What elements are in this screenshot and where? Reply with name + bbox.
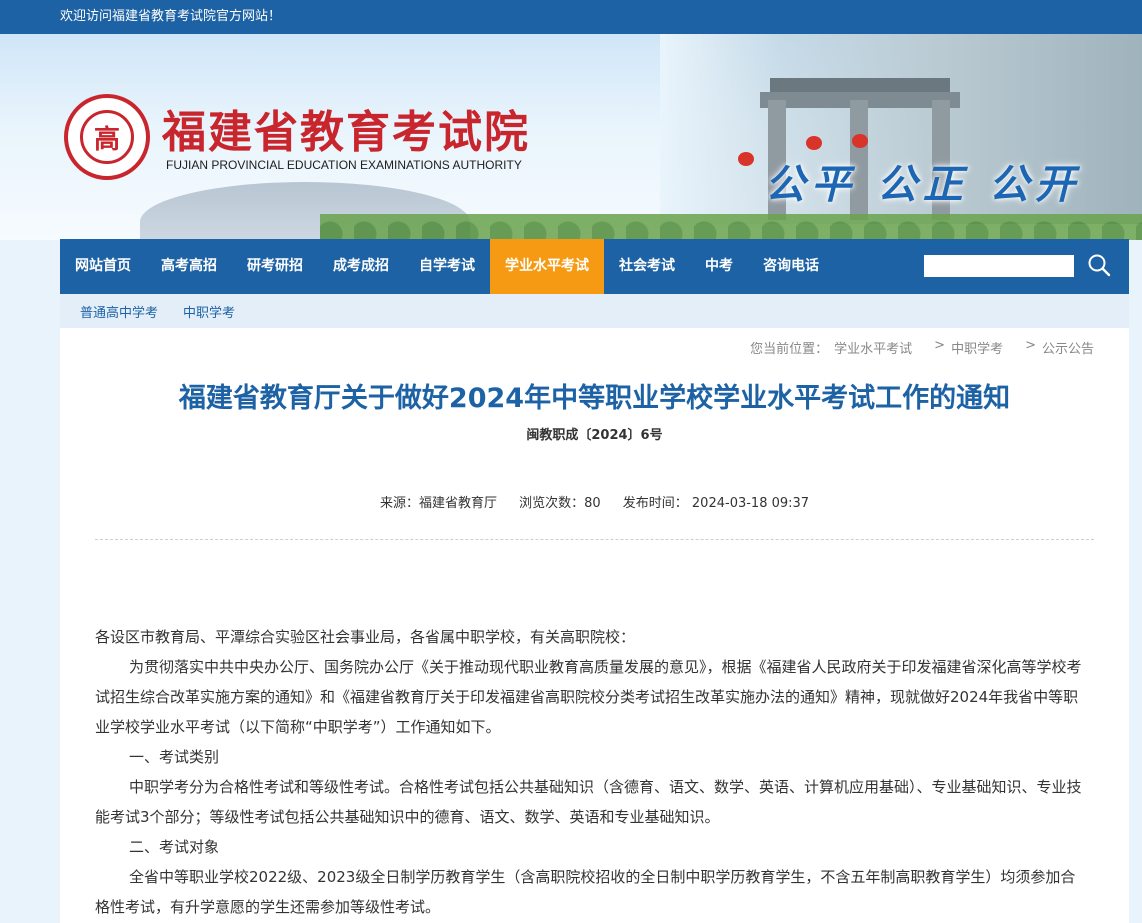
nav-adult-exam[interactable]: 成考成招 <box>318 239 404 294</box>
main-nav: 网站首页 高考高招 研考研招 成考成招 自学考试 学业水平考试 社会考试 中考 … <box>60 239 1129 294</box>
breadcrumb-item[interactable]: 学业水平考试 <box>834 338 912 357</box>
article-views: 浏览次数：80 <box>519 496 601 511</box>
breadcrumb: 您当前位置： 学业水平考试 > 中职学考 > 公示公告 <box>750 338 1094 357</box>
paragraph: 全省中等职业学校2022级、2023级全日制学历教育学生（含高职院校招收的全日制… <box>95 868 1076 916</box>
header-banner: 高 福建省教育考试院 FUJIAN PROVINCIAL EDUCATION E… <box>0 34 1142 240</box>
section-heading: 二、考试对象 <box>129 838 220 856</box>
welcome-text: 欢迎访问福建省教育考试院官方网站！ <box>60 9 282 24</box>
article-source: 来源：福建省教育厅 <box>379 496 497 511</box>
article-publish-time: 发布时间： 2024-03-18 09:37 <box>622 496 810 511</box>
search-input[interactable] <box>924 255 1074 277</box>
nav-self-study-exam[interactable]: 自学考试 <box>404 239 490 294</box>
nav-hotline[interactable]: 咨询电话 <box>748 239 834 294</box>
subnav-vocational[interactable]: 中职学考 <box>183 302 235 321</box>
breadcrumb-item[interactable]: 公示公告 <box>1042 338 1094 357</box>
breadcrumb-item[interactable]: 中职学考 <box>951 338 1003 357</box>
treeline-graphic <box>320 214 1142 240</box>
sub-nav: 普通高中学考 中职学考 <box>60 294 1129 328</box>
breadcrumb-label: 您当前位置： <box>750 342 829 357</box>
subnav-general-high-school[interactable]: 普通高中学考 <box>80 302 158 321</box>
article-title: 福建省教育厅关于做好2024年中等职业学校学业水平考试工作的通知 <box>178 383 1011 414</box>
breadcrumb-separator: > <box>934 338 946 353</box>
article-body: 各设区市教育局、平潭综合实验区社会事业局，各省属中职学校，有关高职院校： 为贯彻… <box>95 622 1085 922</box>
nav-home[interactable]: 网站首页 <box>60 239 146 294</box>
nav-zhongkao[interactable]: 中考 <box>690 239 748 294</box>
paragraph: 中职学考分为合格性考试和等级性考试。合格性考试包括公共基础知识（含德育、语文、数… <box>95 778 1082 826</box>
section-heading: 一、考试类别 <box>129 748 220 766</box>
site-title: 福建省教育考试院 <box>162 107 530 158</box>
site-subtitle: FUJIAN PROVINCIAL EDUCATION EXAMINATIONS… <box>166 158 522 172</box>
document-number: 闽教职成〔2024〕6号 <box>526 428 663 443</box>
nav-academic-proficiency-exam[interactable]: 学业水平考试 <box>490 239 604 294</box>
slogan: 公平 公正 公开 <box>765 161 1081 208</box>
seal-icon: 高 <box>80 110 134 164</box>
lantern-icon <box>806 136 822 150</box>
divider <box>95 539 1094 540</box>
nav-graduate-exam[interactable]: 研考研招 <box>232 239 318 294</box>
breadcrumb-separator: > <box>1025 338 1036 353</box>
lantern-icon <box>852 134 868 148</box>
nav-gaokao[interactable]: 高考高招 <box>146 239 232 294</box>
article-meta: 来源：福建省教育厅 浏览次数：80 发布时间： 2024-03-18 09:37 <box>60 492 1129 511</box>
paragraph: 为贯彻落实中共中央办公厅、国务院办公厅《关于推动现代职业教育高质量发展的意见》，… <box>95 658 1082 736</box>
paragraph: 各设区市教育局、平潭综合实验区社会事业局，各省属中职学校，有关高职院校： <box>95 628 636 646</box>
site-logo[interactable]: 高 <box>64 94 150 180</box>
welcome-bar: 欢迎访问福建省教育考试院官方网站！ <box>0 0 1142 34</box>
lantern-icon <box>738 152 754 166</box>
search-icon[interactable] <box>1086 252 1114 280</box>
article-panel: 您当前位置： 学业水平考试 > 中职学考 > 公示公告 福建省教育厅关于做好20… <box>60 328 1129 923</box>
nav-social-exam[interactable]: 社会考试 <box>604 239 690 294</box>
